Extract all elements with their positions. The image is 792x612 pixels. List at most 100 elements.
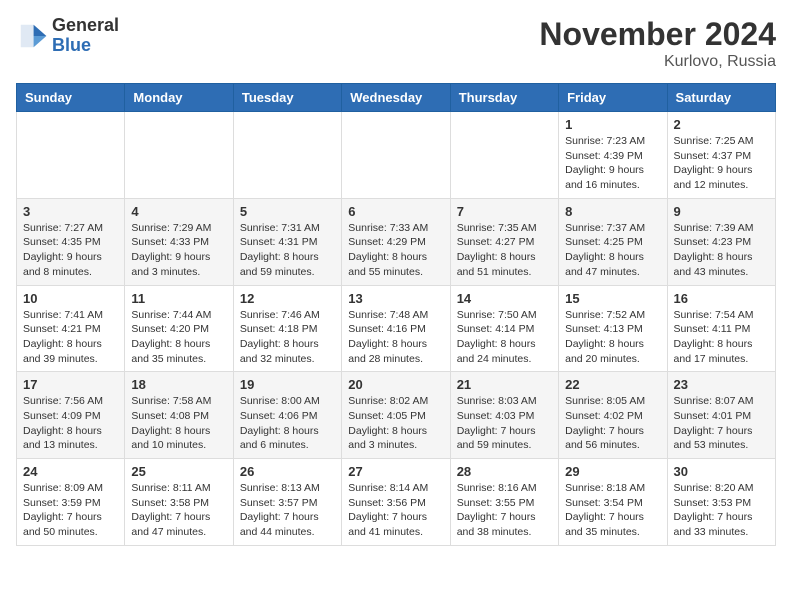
calendar-body: 1 Sunrise: 7:23 AMSunset: 4:39 PMDaylight… bbox=[17, 112, 776, 546]
day-info: Sunrise: 7:39 AMSunset: 4:23 PMDaylight:… bbox=[674, 221, 769, 280]
day-info: Sunrise: 8:09 AMSunset: 3:59 PMDaylight:… bbox=[23, 481, 118, 540]
day-cell: 1 Sunrise: 7:23 AMSunset: 4:39 PMDaylight… bbox=[559, 112, 667, 199]
day-number: 14 bbox=[457, 291, 552, 306]
weekday-monday: Monday bbox=[125, 84, 233, 112]
day-info: Sunrise: 7:46 AMSunset: 4:18 PMDaylight:… bbox=[240, 308, 335, 367]
day-number: 3 bbox=[23, 204, 118, 219]
day-cell: 5Sunrise: 7:31 AMSunset: 4:31 PMDaylight… bbox=[233, 198, 341, 285]
day-info: Sunrise: 8:03 AMSunset: 4:03 PMDaylight:… bbox=[457, 394, 552, 453]
week-row-5: 24Sunrise: 8:09 AMSunset: 3:59 PMDayligh… bbox=[17, 459, 776, 546]
day-number: 22 bbox=[565, 377, 660, 392]
day-cell: 12 Sunrise: 7:46 AMSunset: 4:18 PMDayligh… bbox=[233, 285, 341, 372]
day-number: 7 bbox=[457, 204, 552, 219]
day-cell bbox=[17, 112, 125, 199]
day-info: Sunrise: 7:54 AMSunset: 4:11 PMDaylight:… bbox=[674, 308, 769, 367]
month-title: November 2024 bbox=[539, 16, 776, 53]
day-number: 12 bbox=[240, 291, 335, 306]
day-number: 6 bbox=[348, 204, 443, 219]
weekday-wednesday: Wednesday bbox=[342, 84, 450, 112]
day-cell bbox=[342, 112, 450, 199]
location: Kurlovo, Russia bbox=[539, 53, 776, 71]
day-info: Sunrise: 7:23 AMSunset: 4:39 PMDaylight:… bbox=[565, 134, 660, 193]
day-number: 1 bbox=[565, 117, 660, 132]
day-number: 16 bbox=[674, 291, 769, 306]
day-info: Sunrise: 7:48 AMSunset: 4:16 PMDaylight:… bbox=[348, 308, 443, 367]
day-info: Sunrise: 8:00 AMSunset: 4:06 PMDaylight:… bbox=[240, 394, 335, 453]
day-cell bbox=[233, 112, 341, 199]
day-cell: 26 Sunrise: 8:13 AMSunset: 3:57 PMDayligh… bbox=[233, 459, 341, 546]
day-info: Sunrise: 8:13 AMSunset: 3:57 PMDaylight:… bbox=[240, 481, 335, 540]
day-cell: 2 Sunrise: 7:25 AMSunset: 4:37 PMDaylight… bbox=[667, 112, 775, 199]
day-number: 30 bbox=[674, 464, 769, 479]
day-info: Sunrise: 8:14 AMSunset: 3:56 PMDaylight:… bbox=[348, 481, 443, 540]
week-row-4: 17 Sunrise: 7:56 AMSunset: 4:09 PMDayligh… bbox=[17, 372, 776, 459]
day-info: Sunrise: 8:07 AMSunset: 4:01 PMDaylight:… bbox=[674, 394, 769, 453]
day-cell: 13 Sunrise: 7:48 AMSunset: 4:16 PMDayligh… bbox=[342, 285, 450, 372]
day-info: Sunrise: 8:16 AMSunset: 3:55 PMDaylight:… bbox=[457, 481, 552, 540]
weekday-sunday: Sunday bbox=[17, 84, 125, 112]
day-number: 28 bbox=[457, 464, 552, 479]
day-cell: 27 Sunrise: 8:14 AMSunset: 3:56 PMDayligh… bbox=[342, 459, 450, 546]
weekday-saturday: Saturday bbox=[667, 84, 775, 112]
weekday-thursday: Thursday bbox=[450, 84, 558, 112]
day-cell: 22 Sunrise: 8:05 AMSunset: 4:02 PMDayligh… bbox=[559, 372, 667, 459]
day-number: 15 bbox=[565, 291, 660, 306]
day-cell: 9 Sunrise: 7:39 AMSunset: 4:23 PMDaylight… bbox=[667, 198, 775, 285]
day-info: Sunrise: 7:35 AMSunset: 4:27 PMDaylight:… bbox=[457, 221, 552, 280]
day-info: Sunrise: 7:52 AMSunset: 4:13 PMDaylight:… bbox=[565, 308, 660, 367]
logo-line1: General bbox=[52, 16, 119, 36]
day-cell: 17 Sunrise: 7:56 AMSunset: 4:09 PMDayligh… bbox=[17, 372, 125, 459]
day-info: Sunrise: 8:05 AMSunset: 4:02 PMDaylight:… bbox=[565, 394, 660, 453]
day-info: Sunrise: 8:02 AMSunset: 4:05 PMDaylight:… bbox=[348, 394, 443, 453]
day-info: Sunrise: 7:25 AMSunset: 4:37 PMDaylight:… bbox=[674, 134, 769, 193]
day-cell: 14 Sunrise: 7:50 AMSunset: 4:14 PMDayligh… bbox=[450, 285, 558, 372]
day-number: 9 bbox=[674, 204, 769, 219]
day-info: Sunrise: 7:33 AMSunset: 4:29 PMDaylight:… bbox=[348, 221, 443, 280]
day-number: 26 bbox=[240, 464, 335, 479]
day-cell: 6 Sunrise: 7:33 AMSunset: 4:29 PMDaylight… bbox=[342, 198, 450, 285]
title-block: November 2024 Kurlovo, Russia bbox=[539, 16, 776, 71]
day-cell: 25 Sunrise: 8:11 AMSunset: 3:58 PMDayligh… bbox=[125, 459, 233, 546]
day-number: 2 bbox=[674, 117, 769, 132]
day-cell bbox=[125, 112, 233, 199]
day-number: 27 bbox=[348, 464, 443, 479]
logo: General Blue bbox=[16, 16, 119, 56]
day-number: 17 bbox=[23, 377, 118, 392]
day-number: 19 bbox=[240, 377, 335, 392]
day-number: 23 bbox=[674, 377, 769, 392]
day-number: 20 bbox=[348, 377, 443, 392]
day-cell: 19 Sunrise: 8:00 AMSunset: 4:06 PMDayligh… bbox=[233, 372, 341, 459]
day-cell: 24Sunrise: 8:09 AMSunset: 3:59 PMDayligh… bbox=[17, 459, 125, 546]
day-info: Sunrise: 7:56 AMSunset: 4:09 PMDaylight:… bbox=[23, 394, 118, 453]
day-number: 13 bbox=[348, 291, 443, 306]
day-number: 18 bbox=[131, 377, 226, 392]
day-info: Sunrise: 7:31 AMSunset: 4:31 PMDaylight:… bbox=[240, 221, 335, 280]
week-row-3: 10 Sunrise: 7:41 AMSunset: 4:21 PMDayligh… bbox=[17, 285, 776, 372]
day-info: Sunrise: 7:44 AMSunset: 4:20 PMDaylight:… bbox=[131, 308, 226, 367]
day-number: 11 bbox=[131, 291, 226, 306]
day-info: Sunrise: 7:58 AMSunset: 4:08 PMDaylight:… bbox=[131, 394, 226, 453]
day-info: Sunrise: 8:11 AMSunset: 3:58 PMDaylight:… bbox=[131, 481, 226, 540]
day-cell: 28 Sunrise: 8:16 AMSunset: 3:55 PMDayligh… bbox=[450, 459, 558, 546]
day-number: 10 bbox=[23, 291, 118, 306]
day-info: Sunrise: 8:18 AMSunset: 3:54 PMDaylight:… bbox=[565, 481, 660, 540]
day-cell: 15 Sunrise: 7:52 AMSunset: 4:13 PMDayligh… bbox=[559, 285, 667, 372]
day-number: 25 bbox=[131, 464, 226, 479]
day-number: 29 bbox=[565, 464, 660, 479]
day-number: 8 bbox=[565, 204, 660, 219]
day-cell: 4Sunrise: 7:29 AMSunset: 4:33 PMDaylight… bbox=[125, 198, 233, 285]
day-cell bbox=[450, 112, 558, 199]
day-cell: 23 Sunrise: 8:07 AMSunset: 4:01 PMDayligh… bbox=[667, 372, 775, 459]
day-info: Sunrise: 7:37 AMSunset: 4:25 PMDaylight:… bbox=[565, 221, 660, 280]
day-number: 21 bbox=[457, 377, 552, 392]
weekday-tuesday: Tuesday bbox=[233, 84, 341, 112]
day-cell: 21 Sunrise: 8:03 AMSunset: 4:03 PMDayligh… bbox=[450, 372, 558, 459]
day-info: Sunrise: 7:50 AMSunset: 4:14 PMDaylight:… bbox=[457, 308, 552, 367]
day-number: 4 bbox=[131, 204, 226, 219]
week-row-2: 3 Sunrise: 7:27 AMSunset: 4:35 PMDaylight… bbox=[17, 198, 776, 285]
day-info: Sunrise: 7:41 AMSunset: 4:21 PMDaylight:… bbox=[23, 308, 118, 367]
day-info: Sunrise: 7:27 AMSunset: 4:35 PMDaylight:… bbox=[23, 221, 118, 280]
day-cell: 20 Sunrise: 8:02 AMSunset: 4:05 PMDayligh… bbox=[342, 372, 450, 459]
day-cell: 18 Sunrise: 7:58 AMSunset: 4:08 PMDayligh… bbox=[125, 372, 233, 459]
logo-text: General Blue bbox=[52, 16, 119, 56]
